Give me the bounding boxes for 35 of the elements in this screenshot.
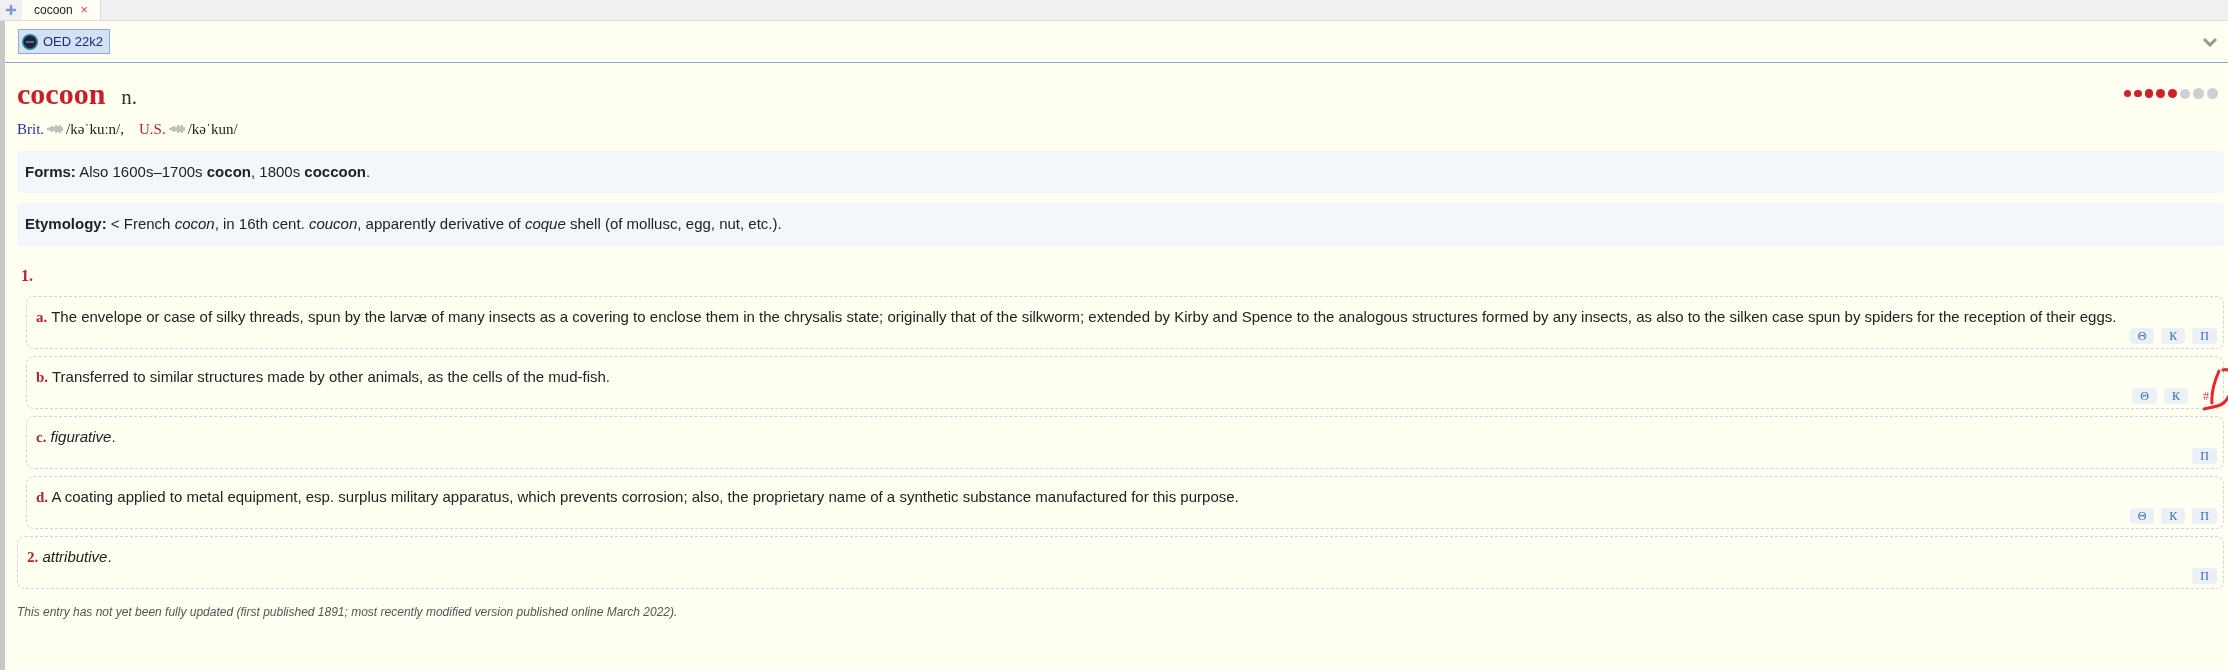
reference-button[interactable]: П	[2192, 567, 2217, 584]
pronunciation: /kəˈkun/	[187, 120, 238, 139]
part-of-speech: n.	[121, 84, 138, 111]
definition-text: 2. attributive.	[27, 546, 113, 567]
audio-icon[interactable]	[47, 124, 64, 135]
etymology-text: Etymology: < French cocon, in 16th cent. coucon, apparently derivative of coque shell (of mollusc, egg, nut, etc.).	[25, 214, 783, 234]
pronunciation: /kəˈkuːn/,	[66, 120, 124, 139]
audio-icon[interactable]	[168, 124, 185, 135]
definition-text: c. figurative.	[36, 426, 117, 447]
definition-text: a. The envelope or case of silky threads, spun by the larvæ of many insects as a covering to enclose them in the chrysalis state; originally that of the silkworm; extended by Kirby and Spence to the analogous structures formed by any insects, as also to the silken case spun by spiders for the reception of their eggs.	[36, 306, 2118, 327]
region-label: Brit.	[17, 120, 45, 139]
forms-text: Forms: Also 1600s–1700s cocon, 1800s coccoon.	[25, 161, 372, 182]
definition-text: d. A coating applied to metal equipment, esp. surplus military apparatus, which prevents corrosion; also, the proprietary name of a synthetic substance manufactured for this purpose.	[36, 486, 1240, 507]
tab[interactable]: cocoon ×	[22, 0, 101, 20]
dictionary-tab[interactable]: OED 22k2	[18, 28, 110, 55]
reference-button[interactable]: К	[2164, 387, 2188, 404]
reference-button[interactable]: Θ	[2129, 327, 2155, 344]
chevron-down-icon[interactable]	[2202, 36, 2218, 47]
reference-button[interactable]: П	[2192, 447, 2217, 464]
definition-text: b. Transferred to similar structures made by other animals, as the cells of the mud-fish.	[36, 366, 611, 387]
sense-number: 1.	[21, 265, 33, 286]
logo-icon	[22, 33, 38, 50]
reference-button[interactable]: П	[2192, 507, 2217, 524]
tab-label: cocoon	[34, 2, 73, 19]
headword: cocoon	[17, 76, 106, 112]
new-tab-icon[interactable]	[6, 5, 16, 15]
reference-button[interactable]: К	[2161, 507, 2186, 524]
region-label: U.S.	[139, 120, 166, 139]
reference-button[interactable]: #	[2195, 387, 2217, 404]
close-button[interactable]: ×	[80, 1, 88, 19]
reference-button[interactable]: Θ	[2132, 387, 2157, 404]
update-note: This entry has not yet been fully updated (first published 1891; most recently modified version published online March 2022).	[17, 603, 679, 621]
reference-button[interactable]: П	[2192, 327, 2217, 344]
reference-button[interactable]: К	[2161, 327, 2186, 344]
reference-button[interactable]: Θ	[2129, 507, 2155, 524]
